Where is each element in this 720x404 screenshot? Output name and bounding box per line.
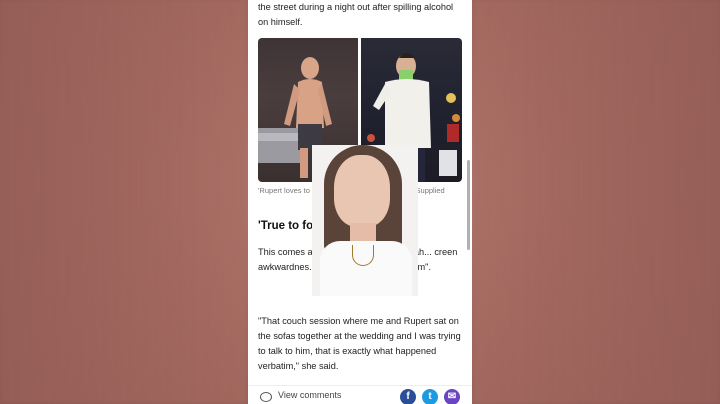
- scrollbar[interactable]: [467, 160, 470, 250]
- article-paragraph-quote: "That couch session where me and Rupert …: [258, 316, 461, 371]
- article-paragraph-top: the street during a night out after spil…: [258, 2, 454, 27]
- twitter-icon[interactable]: t: [422, 389, 438, 404]
- chat-bubble-icon[interactable]: [260, 392, 272, 402]
- view-comments-link[interactable]: View comments: [278, 390, 341, 400]
- presenter-face: [334, 155, 390, 227]
- presenter-overlay: [312, 145, 418, 296]
- presenter-necklace: [352, 245, 374, 266]
- facebook-icon[interactable]: f: [400, 389, 416, 404]
- article-footer: View comments f t ✉: [248, 385, 472, 404]
- blurred-background-left: [0, 0, 247, 404]
- email-icon[interactable]: ✉: [444, 389, 460, 404]
- blurred-background-right: [473, 0, 720, 404]
